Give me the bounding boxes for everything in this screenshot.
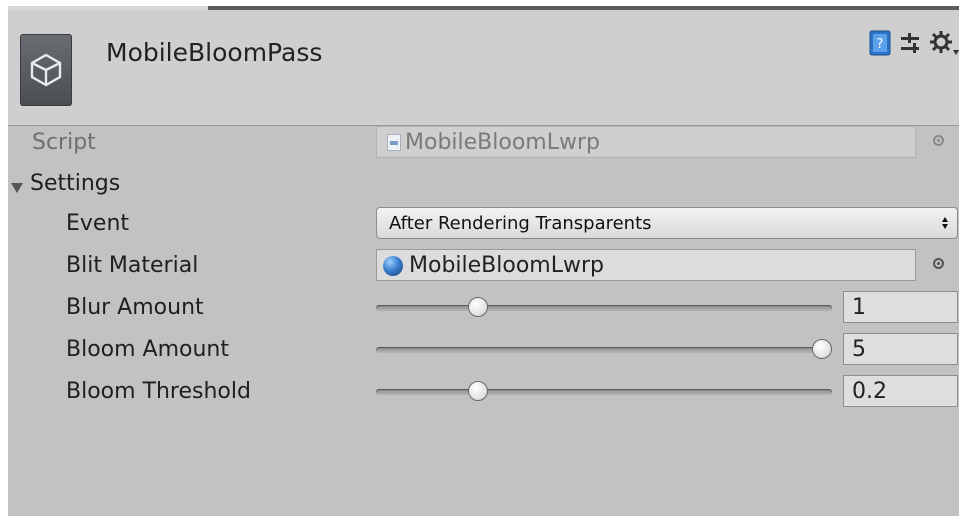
bloom-amount-label: Bloom Amount	[66, 337, 230, 362]
foldout-arrow-down-icon[interactable]	[10, 179, 24, 198]
bloom-threshold-row: Bloom Threshold 0.2	[8, 373, 959, 411]
blur-amount-slider-thumb[interactable]	[467, 297, 488, 317]
blit-material-field[interactable]: MobileBloomLwrp	[376, 249, 916, 281]
bloom-amount-slider-thumb[interactable]	[812, 339, 832, 359]
dropdown-updown-icon	[941, 215, 949, 235]
event-dropdown[interactable]: After Rendering Transparents	[376, 207, 958, 239]
gear-icon[interactable]	[929, 30, 959, 62]
event-selected-value: After Rendering Transparents	[389, 213, 652, 234]
component-title: MobileBloomPass	[106, 38, 323, 67]
bloom-threshold-value: 0.2	[852, 379, 887, 404]
script-value: MobileBloomLwrp	[405, 130, 600, 155]
bloom-threshold-label: Bloom Threshold	[66, 379, 251, 404]
blit-material-label: Blit Material	[66, 253, 199, 278]
blur-amount-input[interactable]: 1	[843, 291, 958, 323]
bloom-amount-row: Bloom Amount 5	[8, 331, 959, 369]
unity-logo-icon	[20, 34, 72, 106]
bloom-threshold-slider-track[interactable]	[376, 389, 832, 395]
blit-material-object-picker[interactable]	[933, 258, 944, 269]
event-label: Event	[66, 211, 130, 236]
bloom-threshold-slider-thumb[interactable]	[467, 381, 488, 401]
event-row: Event After Rendering Transparents	[8, 205, 959, 243]
bloom-amount-input[interactable]: 5	[843, 333, 958, 365]
script-label: Script	[32, 130, 96, 155]
bloom-threshold-input[interactable]: 0.2	[843, 375, 958, 407]
blur-amount-label: Blur Amount	[66, 295, 204, 320]
blit-material-value: MobileBloomLwrp	[409, 253, 604, 278]
script-file-icon	[387, 134, 401, 151]
script-field: MobileBloomLwrp	[376, 126, 916, 158]
svg-text:?: ?	[877, 37, 884, 52]
script-object-picker	[933, 135, 944, 146]
settings-foldout[interactable]: Settings	[8, 165, 959, 203]
bloom-amount-value: 5	[852, 337, 866, 362]
sliders-icon[interactable]	[899, 30, 923, 60]
material-sphere-icon	[383, 256, 403, 276]
settings-label: Settings	[30, 171, 121, 196]
blur-amount-slider-track[interactable]	[376, 305, 832, 311]
blur-amount-row: Blur Amount 1	[8, 289, 959, 327]
bloom-amount-slider-track[interactable]	[376, 347, 832, 353]
component-header: MobileBloomPass ?	[8, 10, 959, 126]
blit-material-row: Blit Material MobileBloomLwrp	[8, 247, 959, 285]
blur-amount-value: 1	[852, 295, 866, 320]
inspector-panel: MobileBloomPass ? Script MobileBloomLwrp…	[8, 6, 959, 516]
script-row: Script MobileBloomLwrp	[8, 124, 959, 162]
help-book-icon[interactable]: ?	[869, 30, 891, 60]
